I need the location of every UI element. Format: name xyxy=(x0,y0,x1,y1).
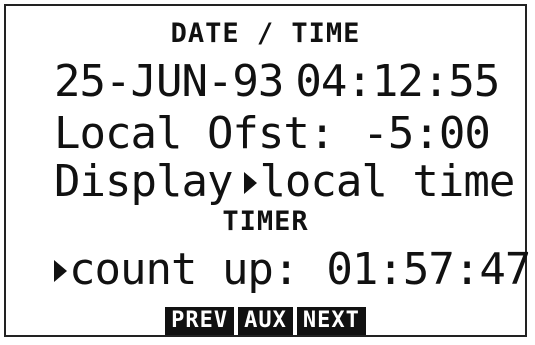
selection-pointer-icon xyxy=(244,172,258,194)
timer-count-up-row[interactable]: count up: 01:57:47 xyxy=(54,246,535,294)
timer-mode-label: count up: xyxy=(69,244,299,295)
aux-softkey[interactable]: AUX xyxy=(238,307,293,335)
date-value: 25-JUN-93 xyxy=(54,56,284,107)
display-mode-label: Display xyxy=(54,156,233,207)
timer-heading: TIMER xyxy=(222,206,309,237)
date-time-heading: DATE / TIME xyxy=(170,18,361,49)
next-softkey[interactable]: NEXT xyxy=(296,307,366,335)
timer-value: 01:57:47 xyxy=(326,244,531,295)
selection-pointer-icon xyxy=(54,260,67,282)
local-offset-value: -5:00 xyxy=(362,108,490,159)
local-offset-label: Local Ofst: xyxy=(54,108,335,159)
date-time-row: 25-JUN-93 04:12:55 xyxy=(54,58,535,106)
lcd-screen: DATE / TIME 25-JUN-93 04:12:55 Local Ofst… xyxy=(4,4,531,337)
display-mode-row[interactable]: Display local time xyxy=(54,158,535,206)
display-mode-value: local time xyxy=(259,156,515,207)
softkey-bar: PREV AUX NEXT xyxy=(6,307,525,335)
time-value: 04:12:55 xyxy=(295,56,500,107)
prev-softkey[interactable]: PREV xyxy=(165,307,235,335)
local-offset-row[interactable]: Local Ofst: -5:00 xyxy=(54,110,535,158)
